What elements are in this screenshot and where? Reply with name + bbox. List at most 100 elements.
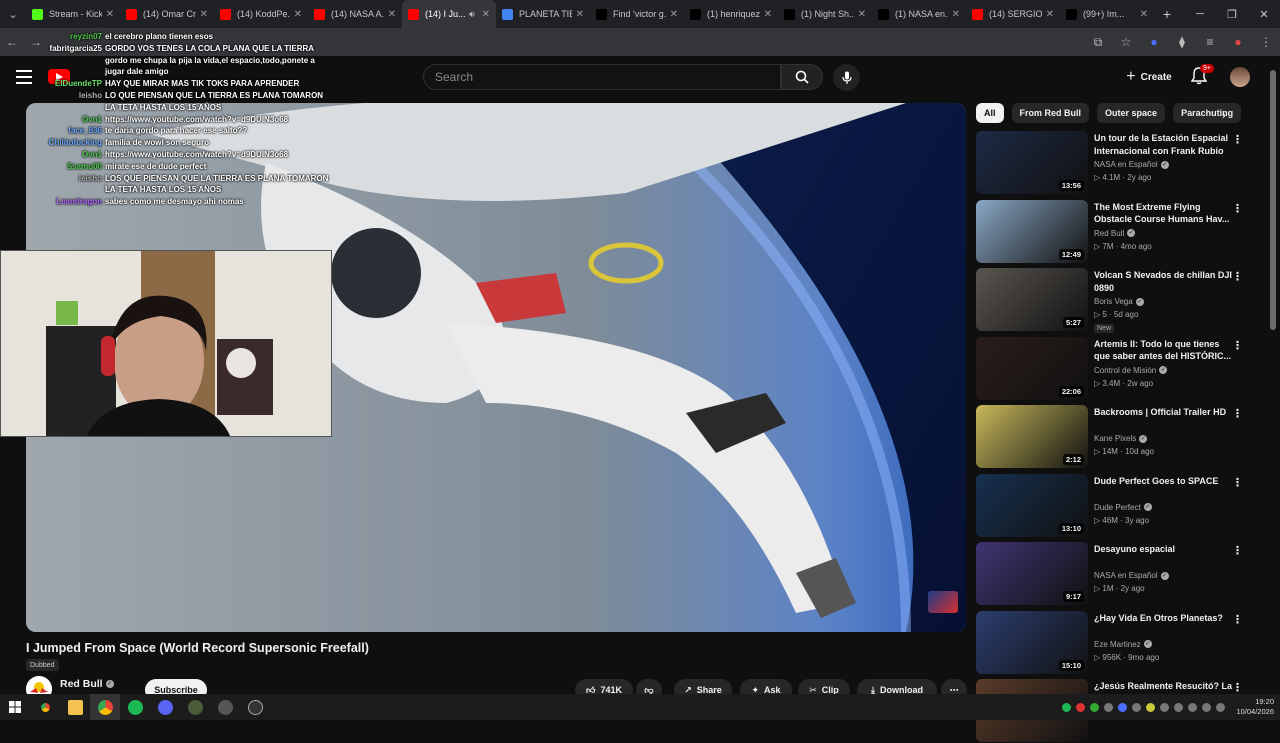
puzzle-icon[interactable]: ⧫ [1168,35,1196,49]
close-tab-icon[interactable]: ✕ [858,9,866,20]
browser-tab[interactable]: (14) Omar Cr... ✕ [120,0,214,28]
recommended-channel[interactable]: NASA en Español ✓ [1094,571,1169,580]
recommended-channel[interactable]: Control de Misión ✓ [1094,366,1168,375]
chat-username[interactable]: fabritgarcia25 [0,43,105,55]
video-thumbnail[interactable]: 5:27 [976,268,1088,331]
browser-tab[interactable]: PLANETA TIE... ✕ [496,0,590,28]
taskbar-app-1[interactable] [180,694,210,720]
kebab-menu-icon[interactable]: ⋮ [1252,35,1280,49]
tray-app-icon[interactable] [1090,702,1100,712]
tray-app-icon[interactable] [1076,702,1086,712]
profile-icon[interactable]: ● [1224,35,1252,49]
close-tab-icon[interactable]: ✕ [670,9,678,20]
browser-tab[interactable]: (14) KoddPe... ✕ [214,0,308,28]
taskbar-chrome-active[interactable] [90,694,120,720]
more-options-icon[interactable]: ⋮ [1232,407,1243,420]
chat-username[interactable]: Chilitofucking [0,137,105,149]
recommended-video[interactable]: 5:27 Volcan S Nevados de chillan DJI 0890… [976,268,1246,333]
close-tab-icon[interactable]: ✕ [106,9,114,20]
recommended-video[interactable]: 22:06 Artemis II: Todo lo que tienes que … [976,336,1246,401]
more-options-icon[interactable]: ⋮ [1232,339,1243,352]
recommended-video[interactable]: 9:17 Desayuno espacial NASA en Español ✓ ▷ 1… [976,542,1246,606]
recommended-title[interactable]: Dude Perfect Goes to SPACE [1094,475,1234,488]
more-options-icon[interactable]: ⋮ [1232,681,1243,694]
browser-tab[interactable]: (14) NASA A... ✕ [308,0,402,28]
chevron-right-icon[interactable]: › [1222,108,1226,122]
close-tab-icon[interactable]: ✕ [764,9,772,20]
more-options-icon[interactable]: ⋮ [1232,613,1243,626]
close-tab-icon[interactable]: ✕ [200,9,208,20]
bookmark-star-icon[interactable]: ☆ [1112,35,1140,49]
filter-chip[interactable]: From Red Bull [1011,103,1090,123]
chat-username[interactable]: Ovn1 [0,149,105,161]
chat-username[interactable]: face_836 [0,125,105,137]
video-thumbnail[interactable]: 12:49 [976,199,1088,263]
recommended-title[interactable]: ¿Hay Vida En Otros Planetas? [1094,612,1234,625]
page-scrollbar[interactable] [1270,70,1276,330]
speaker-icon[interactable]: 🔊︎ [469,9,475,20]
tab-search-button[interactable]: ⌄ [0,0,26,28]
tray-app-icon[interactable] [1118,702,1128,712]
video-thumbnail[interactable]: 13:56 [976,131,1088,194]
notifications-button[interactable]: 9+ [1190,64,1214,87]
video-thumbnail[interactable]: 2:12 [976,405,1088,468]
recommended-channel[interactable]: Kane Pixels ✓ [1094,434,1148,443]
close-tab-icon[interactable]: ✕ [576,9,584,20]
more-options-icon[interactable]: ⋮ [1232,544,1243,557]
taskbar-app-3[interactable] [240,694,270,720]
windows-start-button[interactable] [0,694,30,720]
recommended-channel[interactable]: Boris Vega ✓ [1094,297,1144,306]
more-options-icon[interactable]: ⋮ [1232,476,1243,489]
chat-username[interactable]: reyzin07 [0,31,105,43]
chat-username[interactable]: ElDuendeTP [0,78,105,90]
close-tab-icon[interactable]: ✕ [482,9,490,20]
recommended-title[interactable]: The Most Extreme Flying Obstacle Course … [1094,201,1234,226]
taskbar-file-explorer[interactable] [60,694,90,720]
close-tab-icon[interactable]: ✕ [952,9,960,20]
tray-app-icon[interactable] [1132,702,1142,712]
video-thumbnail[interactable]: 22:06 [976,336,1088,400]
extension-icon[interactable]: ● [1140,35,1168,49]
more-options-icon[interactable]: ⋮ [1232,202,1243,215]
reading-list-icon[interactable]: ≡ [1196,35,1224,49]
network-icon[interactable] [1188,702,1198,712]
browser-tab[interactable]: (14) SERGIO... ✕ [966,0,1060,28]
create-button[interactable]: + Create [1118,64,1180,90]
recommended-title[interactable]: Un tour de la Estación Espacial Internac… [1094,132,1234,157]
tray-app-icon[interactable] [1174,702,1184,712]
chat-username[interactable]: Leandragon [0,196,105,208]
filter-chip[interactable]: Parachuting [1173,103,1242,123]
recommended-title[interactable]: Desayuno espacial [1094,543,1234,556]
taskbar-app-2[interactable] [210,694,240,720]
recommended-channel[interactable]: Dude Perfect ✓ [1094,503,1152,512]
recommended-title[interactable]: Volcan S Nevados de chillan DJI 0890 [1094,269,1234,294]
close-tab-icon[interactable]: ✕ [294,9,302,20]
close-tab-icon[interactable]: ✕ [1140,9,1148,20]
video-thumbnail[interactable]: 13:10 [976,473,1088,537]
video-thumbnail[interactable]: 15:10 [976,610,1088,674]
filter-chip[interactable]: Outer space [1097,103,1166,123]
browser-tab[interactable]: (99+) Im... ✕ [1060,0,1154,28]
language-icon[interactable] [1216,702,1226,712]
tray-app-icon[interactable] [1104,702,1114,712]
channel-name[interactable]: Red Bull ✓ [60,678,114,690]
browser-tab[interactable]: Find 'victor g... ✕ [590,0,684,28]
chat-username[interactable] [0,55,105,79]
volume-icon[interactable] [1202,702,1212,712]
spotify-tray-icon[interactable] [1062,702,1072,712]
filter-chip[interactable]: All [976,103,1004,123]
minimize-button[interactable]: ─ [1184,8,1216,20]
search-button[interactable] [781,64,823,90]
search-input[interactable] [423,64,781,90]
taskbar-spotify[interactable] [120,694,150,720]
chat-username[interactable]: Ssamu00 [0,161,105,173]
more-options-icon[interactable]: ⋮ [1232,270,1243,283]
chat-username[interactable]: leisho [0,90,105,114]
close-window-button[interactable]: ✕ [1248,8,1280,21]
more-options-icon[interactable]: ⋮ [1232,133,1243,146]
chat-username[interactable]: Ovn1 [0,114,105,126]
browser-tab[interactable]: (14) I Ju... 🔊︎ ✕ [402,0,496,28]
taskbar-chrome[interactable] [30,694,60,720]
account-avatar[interactable] [1230,67,1250,87]
recommended-channel[interactable]: NASA en Español ✓ [1094,160,1169,169]
